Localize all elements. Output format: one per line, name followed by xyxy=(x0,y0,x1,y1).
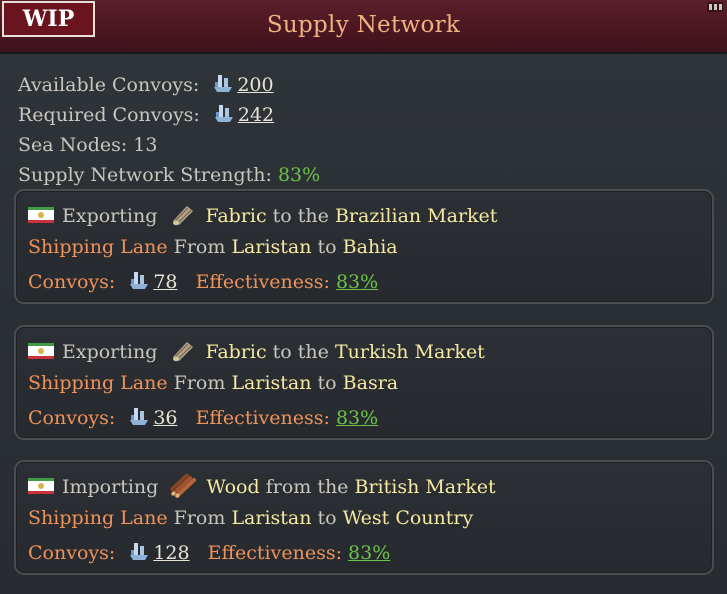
from-label: From xyxy=(173,372,226,394)
convoys-value[interactable]: 128 xyxy=(153,542,189,564)
to-label: to xyxy=(317,372,337,394)
country-flag-icon xyxy=(28,343,54,359)
network-stats: Available Convoys: 200 Required Convoys:… xyxy=(18,70,320,190)
convoys-label: Convoys: xyxy=(28,271,116,293)
window-menu-icon[interactable] xyxy=(707,2,723,12)
route-summary: Exporting Fabric to the Brazilian Market xyxy=(28,203,497,227)
required-convoys-value[interactable]: 242 xyxy=(238,104,274,126)
to-label: to xyxy=(317,507,337,529)
effectiveness-value[interactable]: 83% xyxy=(348,542,390,564)
origin-state[interactable]: Laristan xyxy=(231,507,311,529)
wood-icon xyxy=(170,474,197,498)
fabric-icon xyxy=(173,342,194,362)
convoy-line: Convoys: 36 Effectiveness: 83% xyxy=(28,405,378,429)
trade-route-card[interactable]: Exporting Fabric to the Turkish Market S… xyxy=(14,325,714,440)
convoy-line: Convoys: 78 Effectiveness: 83% xyxy=(28,269,378,293)
network-strength-row: Supply Network Strength: 83% xyxy=(18,160,320,190)
convoys-value[interactable]: 78 xyxy=(153,271,177,293)
trade-route-card[interactable]: Exporting Fabric to the Brazilian Market… xyxy=(14,189,714,304)
route-summary: Exporting Fabric to the Turkish Market xyxy=(28,339,485,363)
effectiveness-value[interactable]: 83% xyxy=(336,271,378,293)
route-summary: Importing Wood from the British Market xyxy=(28,474,496,498)
market-name[interactable]: Turkish Market xyxy=(335,341,485,363)
sea-nodes-row: Sea Nodes: 13 xyxy=(18,134,158,156)
effectiveness-label: Effectiveness: xyxy=(207,542,342,564)
from-label: From xyxy=(173,507,226,529)
goods-name[interactable]: Fabric xyxy=(205,341,266,363)
goods-name[interactable]: Wood xyxy=(206,476,259,498)
from-label: From xyxy=(173,236,226,258)
available-convoys-value[interactable]: 200 xyxy=(237,74,273,96)
convoys-label: Convoys: xyxy=(28,542,116,564)
trade-direction: Exporting xyxy=(62,341,158,363)
to-label: to xyxy=(317,236,337,258)
fabric-icon xyxy=(173,206,194,226)
route-connector: to the xyxy=(272,205,329,227)
route-connector: to the xyxy=(272,341,329,363)
shipping-lane-label: Shipping Lane xyxy=(28,507,168,529)
shipping-lane-label: Shipping Lane xyxy=(28,236,168,258)
trade-direction: Importing xyxy=(62,476,159,498)
convoy-line: Convoys: 128 Effectiveness: 83% xyxy=(28,540,390,564)
available-convoys-label: Available Convoys: xyxy=(18,74,200,96)
shipping-lane-line: Shipping Lane From Laristan to Bahia xyxy=(28,236,398,258)
trade-direction: Exporting xyxy=(62,205,158,227)
destination-state[interactable]: West Country xyxy=(343,507,474,529)
effectiveness-value[interactable]: 83% xyxy=(336,407,378,429)
panel-title: Supply Network xyxy=(266,12,461,38)
destination-state[interactable]: Basra xyxy=(343,372,398,394)
wip-badge: WIP xyxy=(2,1,95,37)
convoys-value[interactable]: 36 xyxy=(153,407,177,429)
shipping-lane-line: Shipping Lane From Laristan to Basra xyxy=(28,372,398,394)
shipping-lane-line: Shipping Lane From Laristan to West Coun… xyxy=(28,507,473,529)
market-name[interactable]: Brazilian Market xyxy=(335,205,497,227)
effectiveness-label: Effectiveness: xyxy=(195,407,330,429)
convoy-ship-icon xyxy=(130,543,149,560)
convoy-ship-icon xyxy=(130,408,149,425)
required-convoys-row: Required Convoys: 242 xyxy=(18,100,320,130)
market-name[interactable]: British Market xyxy=(354,476,495,498)
destination-state[interactable]: Bahia xyxy=(343,236,398,258)
country-flag-icon xyxy=(28,478,54,494)
goods-name[interactable]: Fabric xyxy=(205,205,266,227)
network-strength-value: 83% xyxy=(277,164,321,186)
origin-state[interactable]: Laristan xyxy=(231,372,311,394)
trade-route-card[interactable]: Importing Wood from the British Market S… xyxy=(14,460,714,575)
available-convoys-row: Available Convoys: 200 xyxy=(18,70,320,100)
convoy-ship-icon xyxy=(130,272,149,289)
convoy-ship-icon xyxy=(214,75,233,92)
convoys-label: Convoys: xyxy=(28,407,116,429)
origin-state[interactable]: Laristan xyxy=(231,236,311,258)
required-convoys-label: Required Convoys: xyxy=(18,104,200,126)
route-connector: from the xyxy=(265,476,349,498)
supply-network-panel: Supply Network WIP Available Convoys: 20… xyxy=(0,0,727,594)
country-flag-icon xyxy=(28,207,54,223)
effectiveness-label: Effectiveness: xyxy=(195,271,330,293)
title-bar: Supply Network xyxy=(0,0,727,54)
convoy-ship-icon xyxy=(214,105,233,122)
shipping-lane-label: Shipping Lane xyxy=(28,372,168,394)
network-strength-label: Supply Network Strength: xyxy=(18,164,272,186)
